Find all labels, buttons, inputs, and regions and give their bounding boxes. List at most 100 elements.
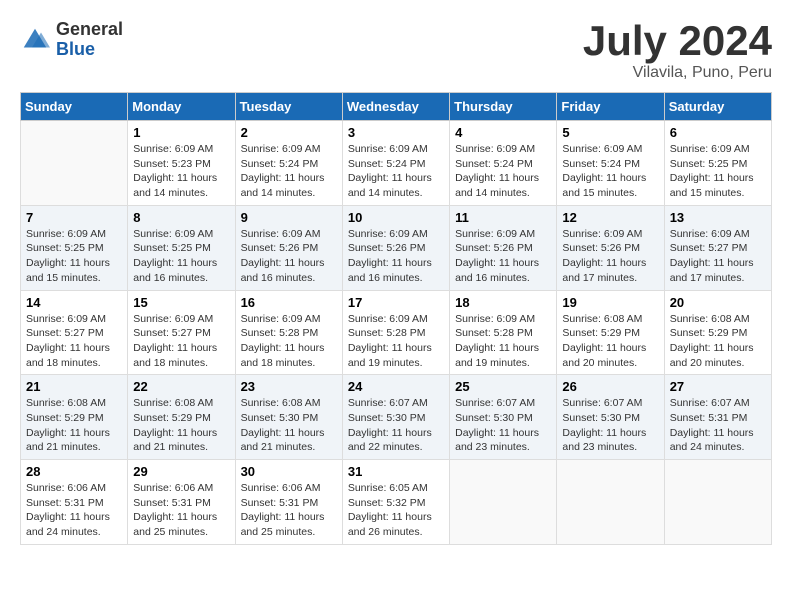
calendar-cell: 15 Sunrise: 6:09 AM Sunset: 5:27 PM Dayli… [128, 290, 235, 375]
calendar-cell: 26Sunrise: 6:07 AM Sunset: 5:30 PM Dayli… [557, 375, 664, 460]
day-number: 17 [348, 295, 444, 310]
header-day-thursday: Thursday [450, 93, 557, 121]
calendar-title: July 2024 [583, 20, 772, 62]
day-number: 15 [133, 295, 229, 310]
calendar-cell: 23Sunrise: 6:08 AM Sunset: 5:30 PM Dayli… [235, 375, 342, 460]
day-number: 6 [670, 125, 766, 140]
day-info: Sunrise: 6:09 AM Sunset: 5:25 PM Dayligh… [133, 227, 229, 286]
day-info: Sunrise: 6:09 AM Sunset: 5:27 PM Dayligh… [670, 227, 766, 286]
day-info: Sunrise: 6:05 AM Sunset: 5:32 PM Dayligh… [348, 481, 444, 540]
day-info: Sunrise: 6:09 AM Sunset: 5:23 PM Dayligh… [133, 142, 229, 201]
header-day-saturday: Saturday [664, 93, 771, 121]
day-info: Sunrise: 6:09 AM Sunset: 5:26 PM Dayligh… [241, 227, 337, 286]
calendar-cell: 6Sunrise: 6:09 AM Sunset: 5:25 PM Daylig… [664, 121, 771, 206]
day-number: 5 [562, 125, 658, 140]
day-info: Sunrise: 6:08 AM Sunset: 5:29 PM Dayligh… [133, 396, 229, 455]
page-header: General Blue July 2024 Vilavila, Puno, P… [20, 20, 772, 82]
calendar-cell: 31Sunrise: 6:05 AM Sunset: 5:32 PM Dayli… [342, 460, 449, 545]
day-info: Sunrise: 6:07 AM Sunset: 5:30 PM Dayligh… [562, 396, 658, 455]
calendar-cell: 4 Sunrise: 6:09 AM Sunset: 5:24 PM Daylig… [450, 121, 557, 206]
day-info: Sunrise: 6:06 AM Sunset: 5:31 PM Dayligh… [133, 481, 229, 540]
calendar-cell: 10 Sunrise: 6:09 AM Sunset: 5:26 PM Dayli… [342, 205, 449, 290]
calendar-cell: 14 Sunrise: 6:09 AM Sunset: 5:27 PM Dayli… [21, 290, 128, 375]
day-info: Sunrise: 6:09 AM Sunset: 5:27 PM Dayligh… [133, 312, 229, 371]
day-info: Sunrise: 6:09 AM Sunset: 5:26 PM Dayligh… [348, 227, 444, 286]
calendar-week-1: 1 Sunrise: 6:09 AM Sunset: 5:23 PM Daylig… [21, 121, 772, 206]
calendar-header: SundayMondayTuesdayWednesdayThursdayFrid… [21, 93, 772, 121]
day-number: 24 [348, 379, 444, 394]
logo-text: General Blue [56, 20, 123, 60]
calendar-cell: 25 Sunrise: 6:07 AM Sunset: 5:30 PM Dayli… [450, 375, 557, 460]
day-info: Sunrise: 6:07 AM Sunset: 5:30 PM Dayligh… [348, 396, 444, 455]
day-number: 2 [241, 125, 337, 140]
calendar-cell [450, 460, 557, 545]
calendar-cell: 13 Sunrise: 6:09 AM Sunset: 5:27 PM Dayli… [664, 205, 771, 290]
calendar-cell: 9 Sunrise: 6:09 AM Sunset: 5:26 PM Daylig… [235, 205, 342, 290]
header-day-sunday: Sunday [21, 93, 128, 121]
day-number: 21 [26, 379, 122, 394]
day-info: Sunrise: 6:09 AM Sunset: 5:28 PM Dayligh… [348, 312, 444, 371]
calendar-cell: 5Sunrise: 6:09 AM Sunset: 5:24 PM Daylig… [557, 121, 664, 206]
day-number: 29 [133, 464, 229, 479]
calendar-cell: 28Sunrise: 6:06 AM Sunset: 5:31 PM Dayli… [21, 460, 128, 545]
calendar-week-3: 14 Sunrise: 6:09 AM Sunset: 5:27 PM Dayli… [21, 290, 772, 375]
calendar-week-5: 28Sunrise: 6:06 AM Sunset: 5:31 PM Dayli… [21, 460, 772, 545]
logo: General Blue [20, 20, 123, 60]
day-number: 9 [241, 210, 337, 225]
calendar-cell: 18 Sunrise: 6:09 AM Sunset: 5:28 PM Dayli… [450, 290, 557, 375]
day-info: Sunrise: 6:09 AM Sunset: 5:24 PM Dayligh… [455, 142, 551, 201]
day-number: 11 [455, 210, 551, 225]
calendar-cell [21, 121, 128, 206]
day-number: 8 [133, 210, 229, 225]
header-day-monday: Monday [128, 93, 235, 121]
calendar-cell: 21 Sunrise: 6:08 AM Sunset: 5:29 PM Dayli… [21, 375, 128, 460]
calendar-cell: 24 Sunrise: 6:07 AM Sunset: 5:30 PM Dayli… [342, 375, 449, 460]
day-info: Sunrise: 6:09 AM Sunset: 5:28 PM Dayligh… [455, 312, 551, 371]
day-number: 10 [348, 210, 444, 225]
day-number: 13 [670, 210, 766, 225]
header-row: SundayMondayTuesdayWednesdayThursdayFrid… [21, 93, 772, 121]
calendar-week-2: 7 Sunrise: 6:09 AM Sunset: 5:25 PM Daylig… [21, 205, 772, 290]
day-info: Sunrise: 6:06 AM Sunset: 5:31 PM Dayligh… [26, 481, 122, 540]
calendar-cell: 22 Sunrise: 6:08 AM Sunset: 5:29 PM Dayli… [128, 375, 235, 460]
calendar-cell: 12Sunrise: 6:09 AM Sunset: 5:26 PM Dayli… [557, 205, 664, 290]
day-info: Sunrise: 6:08 AM Sunset: 5:29 PM Dayligh… [670, 312, 766, 371]
calendar-cell: 1 Sunrise: 6:09 AM Sunset: 5:23 PM Daylig… [128, 121, 235, 206]
day-number: 16 [241, 295, 337, 310]
title-block: July 2024 Vilavila, Puno, Peru [583, 20, 772, 82]
day-number: 27 [670, 379, 766, 394]
calendar-location: Vilavila, Puno, Peru [583, 64, 772, 82]
calendar-cell [557, 460, 664, 545]
day-info: Sunrise: 6:09 AM Sunset: 5:27 PM Dayligh… [26, 312, 122, 371]
day-info: Sunrise: 6:09 AM Sunset: 5:24 PM Dayligh… [241, 142, 337, 201]
day-number: 14 [26, 295, 122, 310]
day-number: 22 [133, 379, 229, 394]
calendar-cell: 27Sunrise: 6:07 AM Sunset: 5:31 PM Dayli… [664, 375, 771, 460]
day-info: Sunrise: 6:08 AM Sunset: 5:30 PM Dayligh… [241, 396, 337, 455]
calendar-cell [664, 460, 771, 545]
day-number: 25 [455, 379, 551, 394]
day-info: Sunrise: 6:07 AM Sunset: 5:30 PM Dayligh… [455, 396, 551, 455]
calendar-cell: 20 Sunrise: 6:08 AM Sunset: 5:29 PM Dayli… [664, 290, 771, 375]
day-number: 30 [241, 464, 337, 479]
calendar-cell: 17 Sunrise: 6:09 AM Sunset: 5:28 PM Dayli… [342, 290, 449, 375]
day-number: 20 [670, 295, 766, 310]
logo-icon [20, 25, 50, 55]
logo-general-label: General [56, 20, 123, 40]
calendar-week-4: 21 Sunrise: 6:08 AM Sunset: 5:29 PM Dayli… [21, 375, 772, 460]
day-info: Sunrise: 6:09 AM Sunset: 5:26 PM Dayligh… [455, 227, 551, 286]
day-number: 3 [348, 125, 444, 140]
day-number: 7 [26, 210, 122, 225]
logo-blue-label: Blue [56, 40, 123, 60]
day-number: 1 [133, 125, 229, 140]
calendar-cell: 19Sunrise: 6:08 AM Sunset: 5:29 PM Dayli… [557, 290, 664, 375]
day-number: 19 [562, 295, 658, 310]
calendar-cell: 7Sunrise: 6:09 AM Sunset: 5:25 PM Daylig… [21, 205, 128, 290]
day-number: 4 [455, 125, 551, 140]
calendar-body: 1 Sunrise: 6:09 AM Sunset: 5:23 PM Daylig… [21, 121, 772, 545]
header-day-wednesday: Wednesday [342, 93, 449, 121]
day-number: 18 [455, 295, 551, 310]
day-info: Sunrise: 6:08 AM Sunset: 5:29 PM Dayligh… [26, 396, 122, 455]
day-info: Sunrise: 6:09 AM Sunset: 5:26 PM Dayligh… [562, 227, 658, 286]
day-info: Sunrise: 6:06 AM Sunset: 5:31 PM Dayligh… [241, 481, 337, 540]
